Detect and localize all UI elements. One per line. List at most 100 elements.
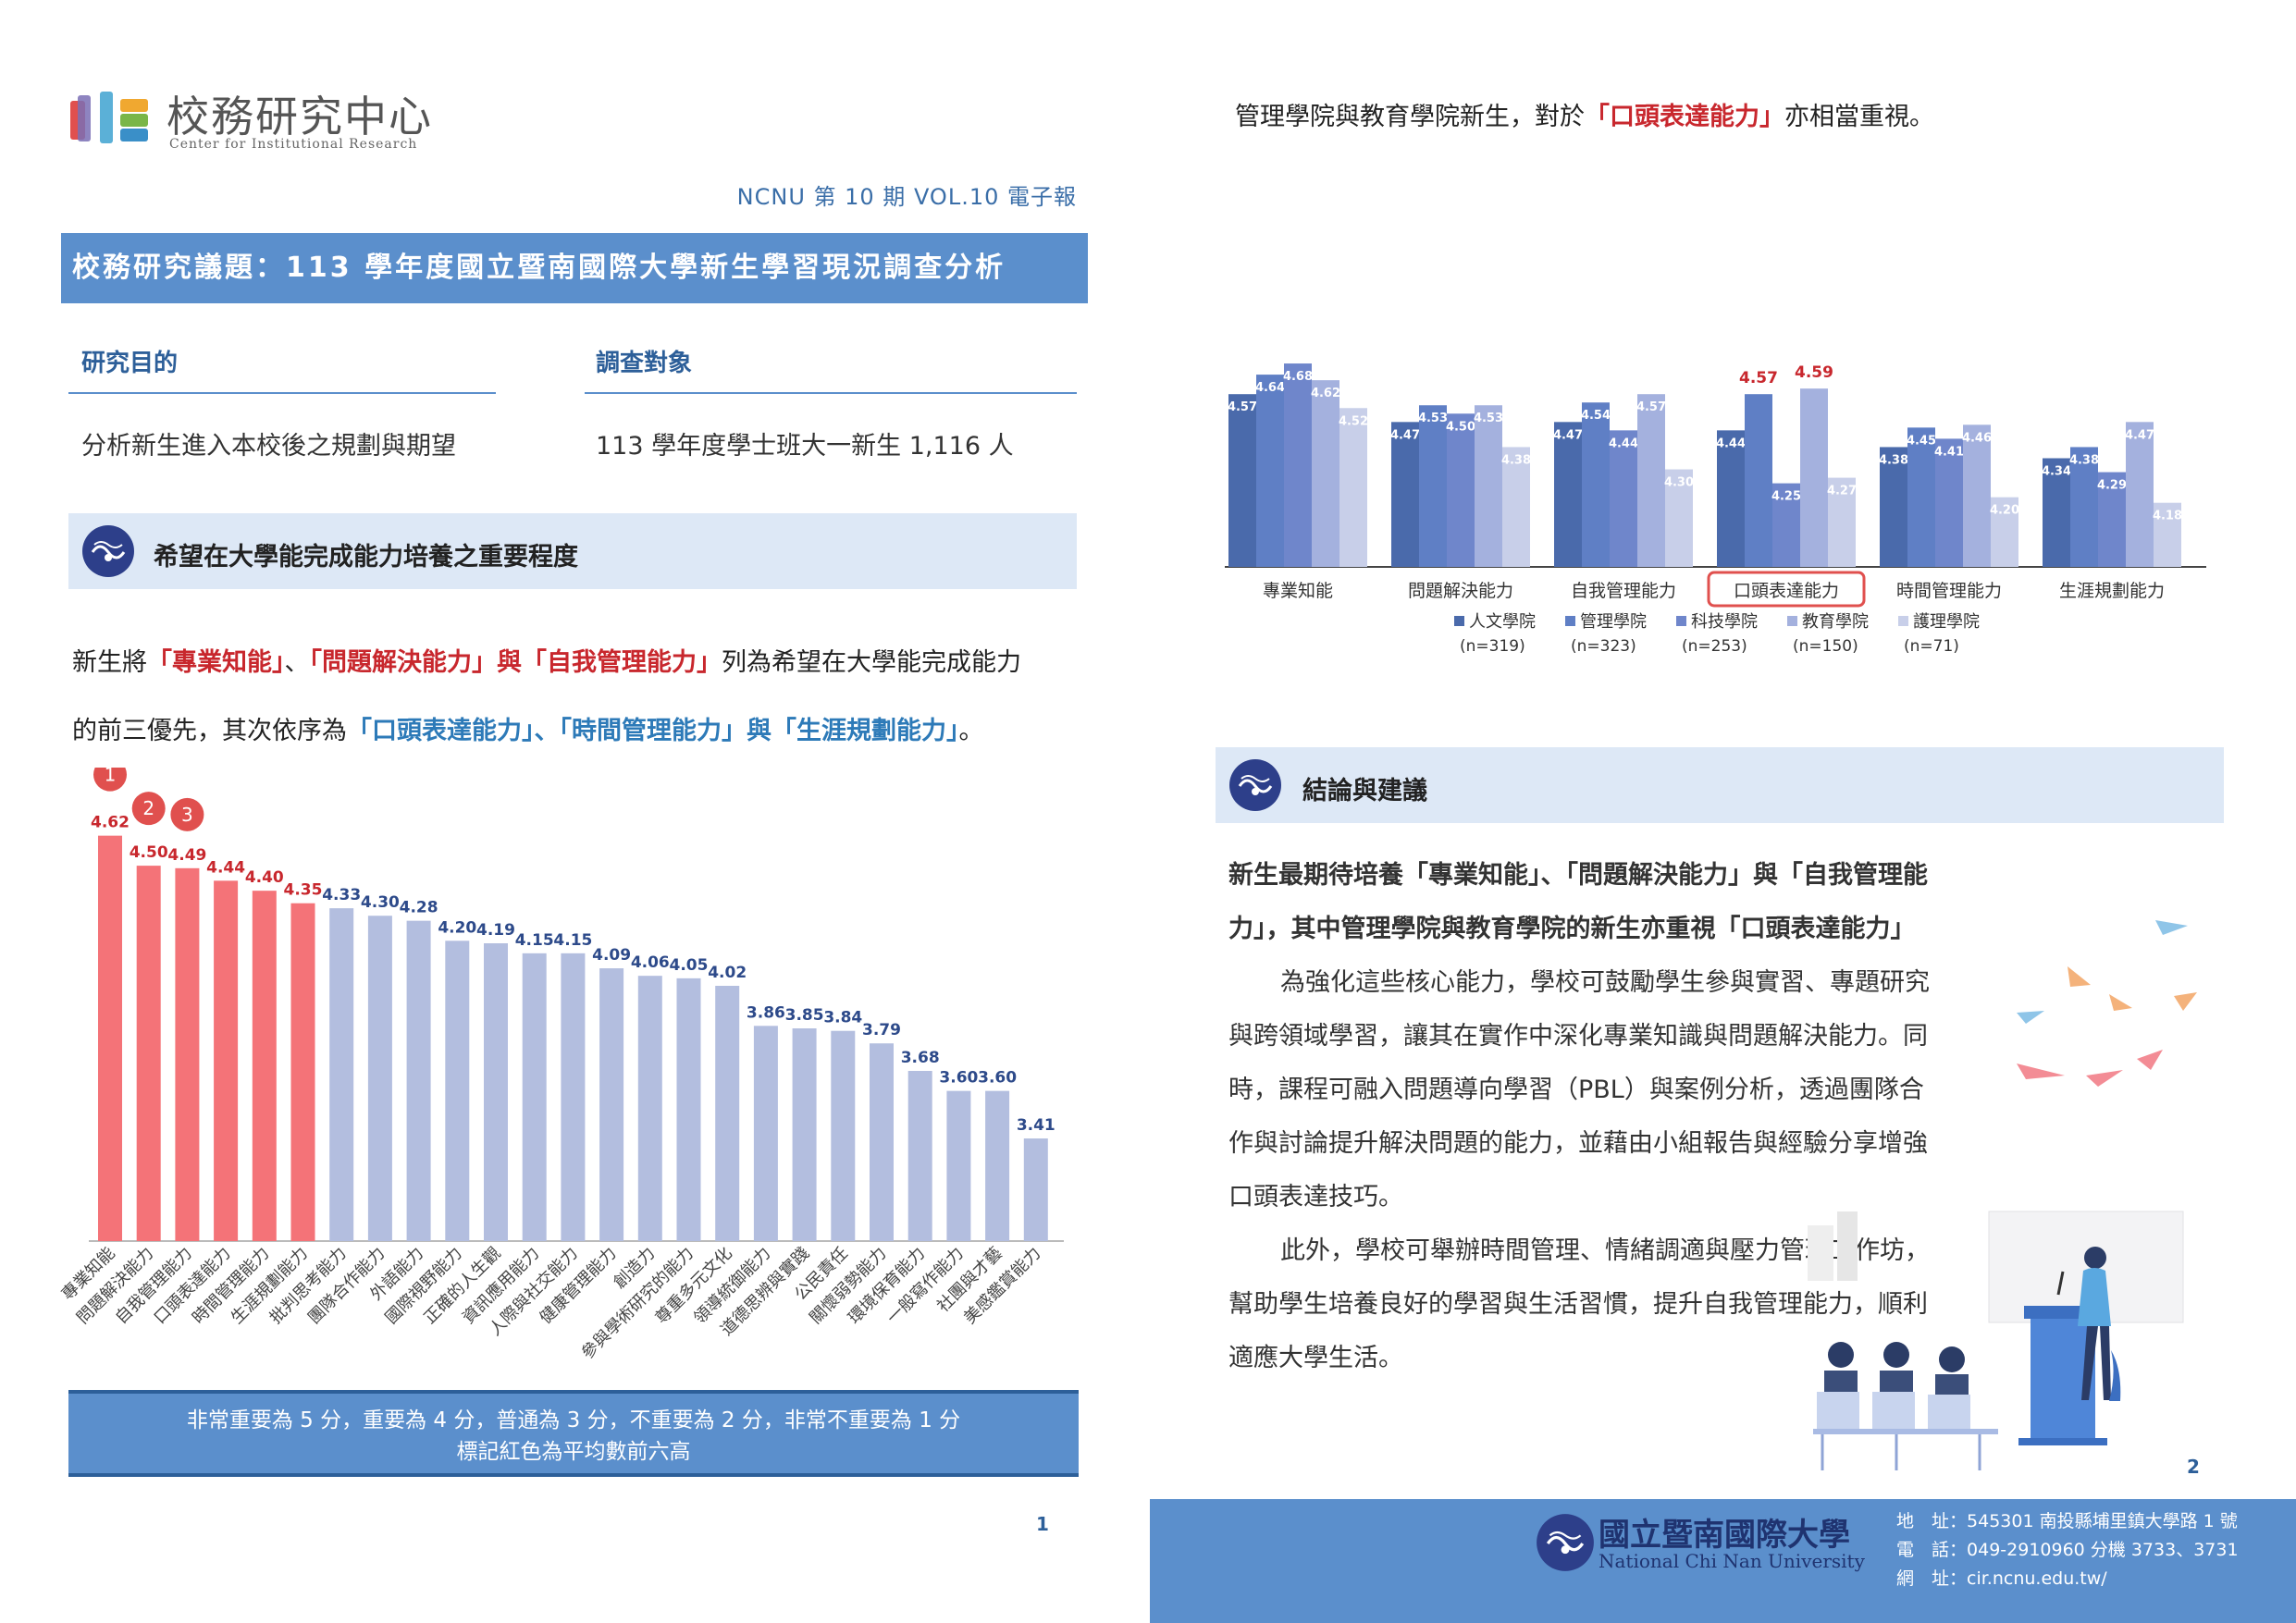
bar-1	[98, 835, 122, 1241]
target-label: 調查對象	[596, 350, 693, 377]
page-number-2: 2	[2187, 1456, 2200, 1478]
bar-value-label: 4.46	[1962, 431, 1992, 445]
text-span: 、	[284, 648, 310, 677]
logo-subtitle: Center for Institutional Research	[169, 137, 418, 152]
highlight-blue: 與	[747, 717, 772, 745]
bar-value-label: 3.84	[823, 1009, 862, 1027]
page-number-1: 1	[1036, 1513, 1049, 1535]
section-1-title: 希望在大學能完成能力培養之重要程度	[154, 543, 578, 572]
legend-n: (n=319)	[1460, 637, 1525, 656]
bar-value-label: 4.34	[2042, 464, 2071, 478]
bar-3-2	[1582, 402, 1610, 567]
bar-17	[715, 986, 740, 1241]
bar-value-label: 4.15	[515, 931, 554, 950]
bar-value-label: 4.64	[1255, 381, 1285, 395]
university-name-en: National Chi Nan University	[1599, 1550, 1865, 1572]
category-label: 自我管理能力	[1571, 581, 1676, 601]
bar-value-label: 4.53	[1474, 412, 1503, 425]
highlight-red: 「口頭表達能力」	[1585, 103, 1784, 131]
category-label: 時間管理能力	[1896, 581, 2002, 601]
highlight-red: 「專業知能」	[147, 648, 285, 677]
purpose-text: 分析新生進入本校後之規劃與期望	[81, 432, 456, 461]
bar-value-label: 4.53	[1418, 412, 1448, 425]
bar-value-label: 4.19	[476, 921, 515, 940]
legend-swatch	[1676, 616, 1686, 626]
bar-value-label: 4.47	[2125, 428, 2154, 442]
issue-label: NCNU 第 10 期 VOL.10 電子報	[736, 184, 1077, 210]
page-title: 校務研究議題：113 學年度國立暨南國際大學新生學習現況調查分析	[61, 233, 1088, 303]
cir-logo-icon	[70, 92, 148, 143]
conclusion-line: 與跨領域學習，讓其在實作中深化專業知識與問題解決能力。同	[1228, 1022, 1928, 1051]
bar-value-label: 4.30	[1664, 476, 1694, 490]
bar-value-label: 4.62	[91, 814, 130, 832]
bar-19	[792, 1028, 817, 1241]
score-note: 非常重要為 5 分，重要為 4 分，普通為 3 分，不重要為 2 分，非常不重要…	[68, 1390, 1079, 1477]
bar-value-label: 4.02	[708, 964, 747, 982]
bar-6-4	[2126, 422, 2154, 567]
presentation-illustration-icon	[1808, 1211, 2184, 1470]
bar-18	[753, 1026, 778, 1241]
bar-22	[907, 1071, 932, 1241]
legend-label: 教育學院	[1802, 612, 1869, 632]
bar-value-label: 3.85	[785, 1006, 824, 1025]
value: 545301 南投縣埔里鎮大學路 1 號	[1967, 1511, 2238, 1531]
bar-value-label: 4.18	[2153, 510, 2182, 523]
text-span: 列為希望在大學能完成能力	[722, 648, 1021, 677]
section-1-para-2: 的前三優先，其次依序為「口頭表達能力」、「時間管理能力」與「生涯規劃能力」。	[72, 697, 984, 766]
bar-value-label: 4.45	[1907, 434, 1936, 448]
conclusion-bold-line: 新生最期待培養「專業知能」、「問題解決能力」與「自我管理能	[1228, 861, 1928, 890]
footer-website[interactable]: 網 址：cir.ncnu.edu.tw/	[1896, 1565, 2239, 1593]
bar-value-label: 3.60	[978, 1069, 1017, 1088]
bar-value-label: 4.52	[1339, 414, 1368, 428]
legend-swatch	[1898, 616, 1908, 626]
bar-23	[946, 1090, 971, 1241]
bar-13	[561, 953, 586, 1241]
bar-2-3	[1447, 413, 1475, 567]
bar-15	[637, 976, 662, 1241]
bar-11	[484, 943, 508, 1241]
highlight-blue: 「生涯規劃能力」	[772, 717, 959, 745]
bar-value-label: 4.38	[1879, 453, 1908, 467]
bar-value-label: 4.47	[1553, 428, 1583, 442]
conclusion-bold-line: 力」，其中管理學院與教育學院的新生亦重視「口頭表達能力」	[1228, 915, 1916, 943]
bar-5	[252, 891, 277, 1241]
bar-value-label: 4.15	[553, 931, 592, 950]
bar-value-label: 4.50	[1446, 420, 1475, 434]
bar-4-4	[1800, 388, 1828, 567]
bar-3-4	[1637, 394, 1665, 567]
legend-label: 管理學院	[1580, 612, 1647, 632]
rank-badge-label: 2	[142, 797, 154, 819]
bar-21	[870, 1043, 894, 1241]
purpose-divider	[68, 392, 496, 394]
bar-value-label: 4.57	[1636, 400, 1666, 414]
target-divider	[585, 392, 1077, 394]
footer-address: 地 址：545301 南投縣埔里鎮大學路 1 號	[1896, 1507, 2239, 1536]
bar-value-label: 4.30	[361, 893, 400, 912]
bar-value-label: 4.50	[130, 843, 168, 862]
legend-n: (n=71)	[1904, 637, 1959, 656]
bar-value-label: 3.41	[1017, 1116, 1055, 1135]
bar-3	[175, 867, 200, 1241]
bar-4	[214, 880, 239, 1241]
importance-bar-chart: 4.62專業知能4.50問題解決能力4.49自我管理能力4.44口頭表達能力4.…	[58, 768, 1064, 1363]
bar-value-label: 4.57	[1739, 369, 1778, 387]
bar-value-label: 4.28	[400, 899, 438, 917]
target-text: 113 學年度學士班大一新生 1,116 人	[596, 432, 1014, 461]
rank-badge-label: 3	[181, 804, 193, 826]
bar-9	[406, 920, 431, 1241]
bar-4-1	[1717, 430, 1745, 567]
legend-label: 科技學院	[1691, 612, 1758, 632]
university-name-cn: 國立暨南國際大學	[1599, 1517, 1850, 1554]
bar-value-label: 4.41	[1934, 445, 1964, 459]
bar-value-label: 4.47	[1390, 428, 1420, 442]
text-span: 的前三優先，其次依序為	[72, 717, 347, 745]
score-note-line-2: 標記紅色為平均數前六高	[456, 1440, 691, 1464]
bar-value-label: 3.79	[862, 1021, 901, 1039]
legend-n: (n=323)	[1571, 637, 1636, 656]
legend-swatch	[1787, 616, 1797, 626]
conclusion-line: 為強化這些核心能力，學校可鼓勵學生參與實習、專題研究	[1280, 968, 1930, 997]
paper-planes-icon	[2017, 920, 2197, 1087]
bar-value-label: 3.68	[901, 1049, 940, 1067]
label: 地 址：	[1896, 1511, 1968, 1531]
bar-12	[522, 953, 547, 1241]
